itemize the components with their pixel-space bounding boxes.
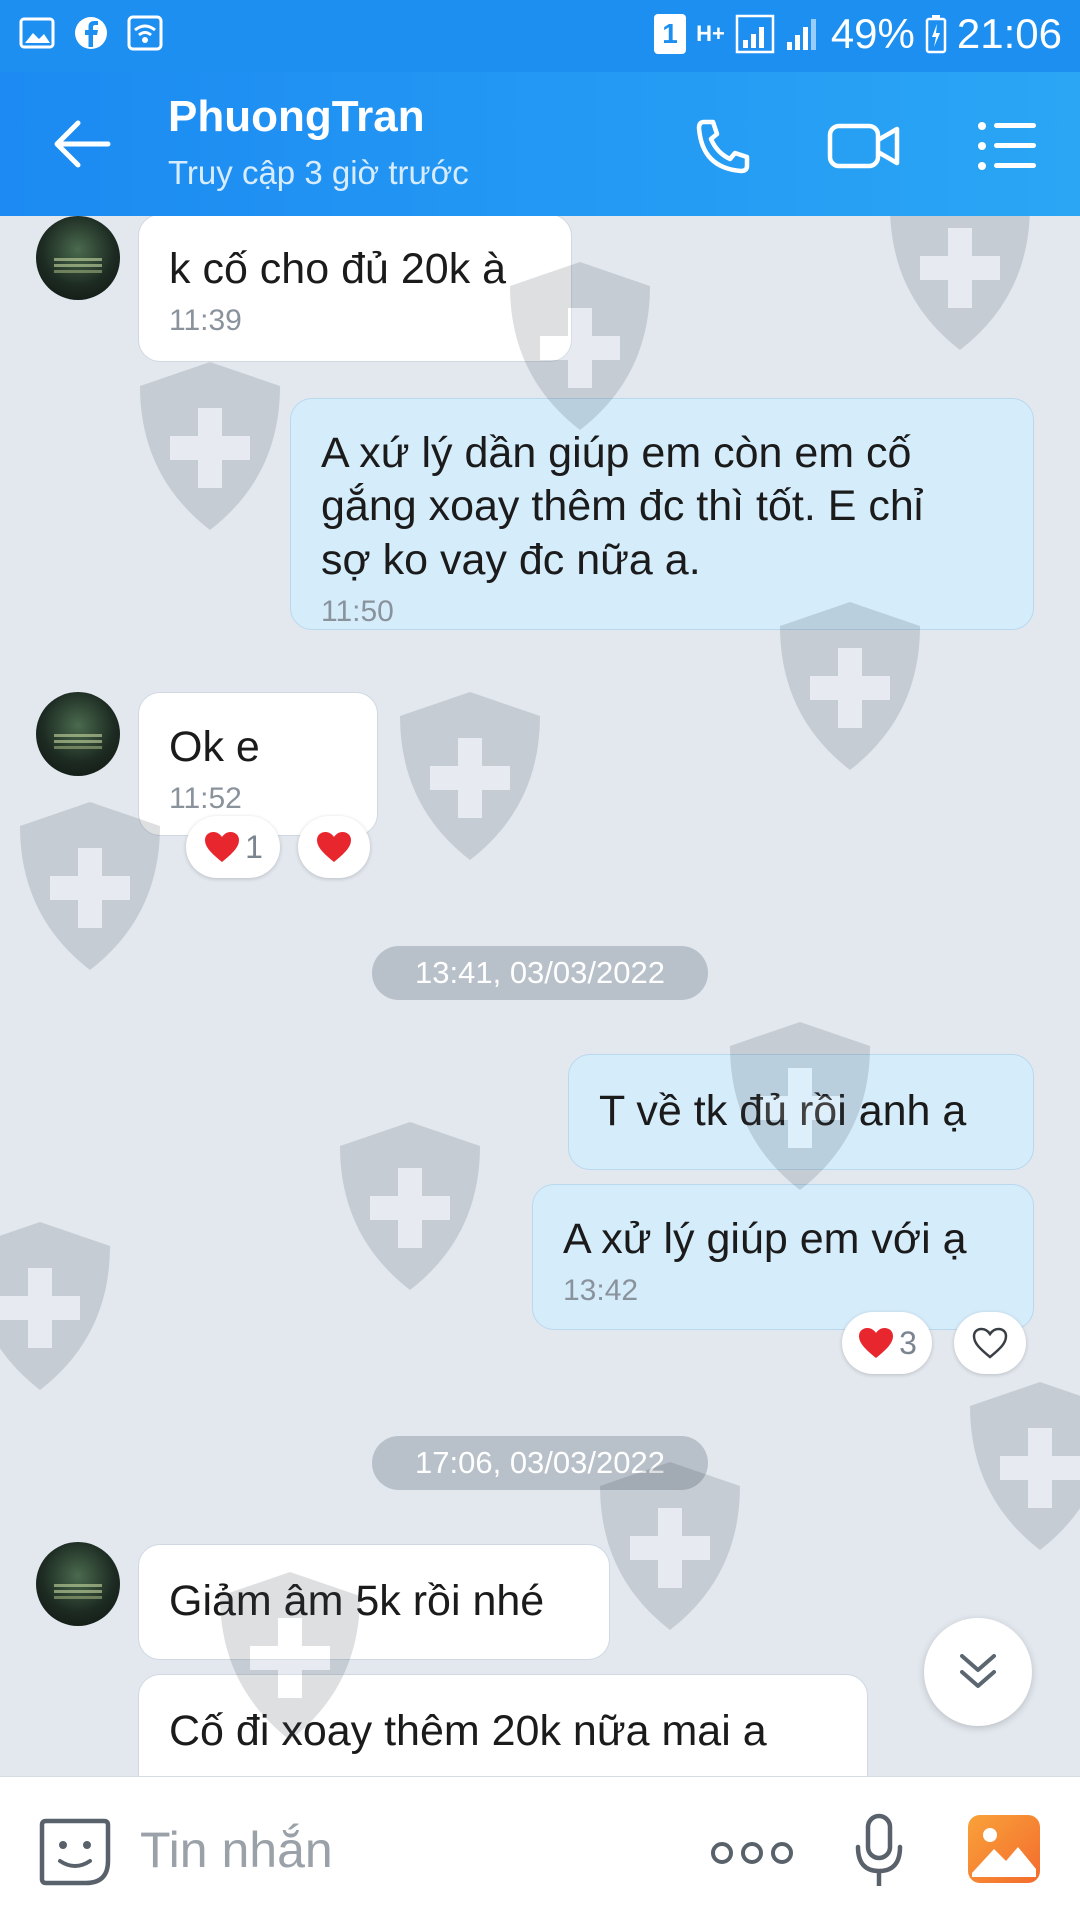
message-bubble-outgoing[interactable]: T về tk đủ rồi anh ạ [568,1054,1034,1170]
sticker-icon[interactable] [38,1817,112,1887]
battery-percent: 49% [830,10,915,57]
shield-watermark-icon [400,692,540,860]
message-text: Ok e [169,723,260,771]
react-button[interactable] [298,816,370,878]
date-separator: 13:41, 03/03/2022 [372,946,708,1000]
message-bubble-incoming[interactable]: k cố cho đủ 20k à 11:39 [138,216,572,362]
contact-avatar[interactable] [36,692,120,776]
message-text: Giảm âm 5k rồi nhé [169,1577,545,1625]
message-time: 11:52 [169,782,242,816]
message-bubble-outgoing[interactable]: A xử lý giúp em với ạ 13:42 [532,1184,1034,1330]
heart-icon [205,832,240,862]
heart-outline-icon [972,1327,1008,1359]
date-separator: 17:06, 03/03/2022 [372,1436,708,1490]
facebook-notification-icon [75,17,107,49]
shield-watermark-icon [0,1222,110,1390]
clock: 21:06 [956,10,1062,57]
reaction-count: 1 [245,828,263,865]
contact-avatar[interactable] [36,1542,120,1626]
video-call-icon[interactable] [826,116,902,176]
reaction-summary[interactable]: 1 [186,816,280,878]
message-time: 13:42 [563,1274,639,1308]
reaction-count: 3 [899,1324,917,1361]
message-bubble-outgoing[interactable]: A xứ lý dần giúp em còn em cố gắng xoay … [290,398,1034,630]
message-bubble-incoming[interactable]: Cố đi xoay thêm 20k nữa mai a [138,1674,868,1776]
message-text-line: sợ ko vay đc nữa a. [321,535,701,584]
message-text: k cố cho đủ 20k à [169,245,507,293]
message-composer: Tin nhắn [0,1776,1080,1921]
message-text-line: A xứ lý dần giúp em còn em cố [321,429,912,477]
shield-watermark-icon [970,1382,1080,1550]
more-icon[interactable] [710,1841,794,1865]
message-bubble-incoming[interactable]: Giảm âm 5k rồi nhé [138,1544,610,1660]
shield-watermark-icon [140,362,280,530]
scroll-to-bottom-button[interactable] [924,1618,1032,1726]
chat-header: PhuongTran Truy cập 3 giờ trước [0,72,1080,216]
message-bubble-incoming[interactable]: Ok e 11:52 [138,692,378,836]
status-bar: 1 H+ 49% 21:06 [0,0,1080,72]
wifi-notification-icon [127,15,163,51]
react-button[interactable] [954,1312,1026,1374]
message-text: Cố đi xoay thêm 20k nữa mai a [169,1707,767,1755]
back-arrow-icon[interactable] [52,118,112,170]
microphone-icon[interactable] [854,1813,904,1889]
contact-name[interactable]: PhuongTran [168,92,425,142]
battery-icon [925,15,947,54]
sim-badge: 1 [654,14,687,54]
message-text: T về tk đủ rồi anh ạ [599,1087,967,1135]
contact-avatar[interactable] [36,216,120,300]
message-text: A xử lý giúp em với ạ [563,1215,967,1263]
last-seen-status: Truy cập 3 giờ trước [168,154,469,191]
gallery-notification-icon [19,17,55,49]
menu-list-icon[interactable] [976,116,1040,176]
message-input[interactable]: Tin nhắn [140,1821,333,1879]
shield-watermark-icon [340,1122,480,1290]
reaction-summary[interactable]: 3 [842,1312,932,1374]
message-time: 11:39 [169,304,242,338]
gallery-icon[interactable] [966,1813,1042,1885]
signal-icon [735,14,775,54]
phone-icon[interactable] [690,116,756,176]
signal-icon-2 [786,19,816,50]
shield-watermark-icon [890,216,1030,350]
double-chevron-down-icon [960,1654,996,1688]
network-type: H+ [696,21,725,46]
message-time: 11:50 [321,594,394,628]
heart-icon [859,1328,894,1358]
message-text-line: gắng xoay thêm đc thì tốt. E chỉ [321,482,924,531]
message-list[interactable]: k cố cho đủ 20k à 11:39 A xứ lý dần giúp… [0,216,1080,1776]
heart-icon [317,832,351,862]
